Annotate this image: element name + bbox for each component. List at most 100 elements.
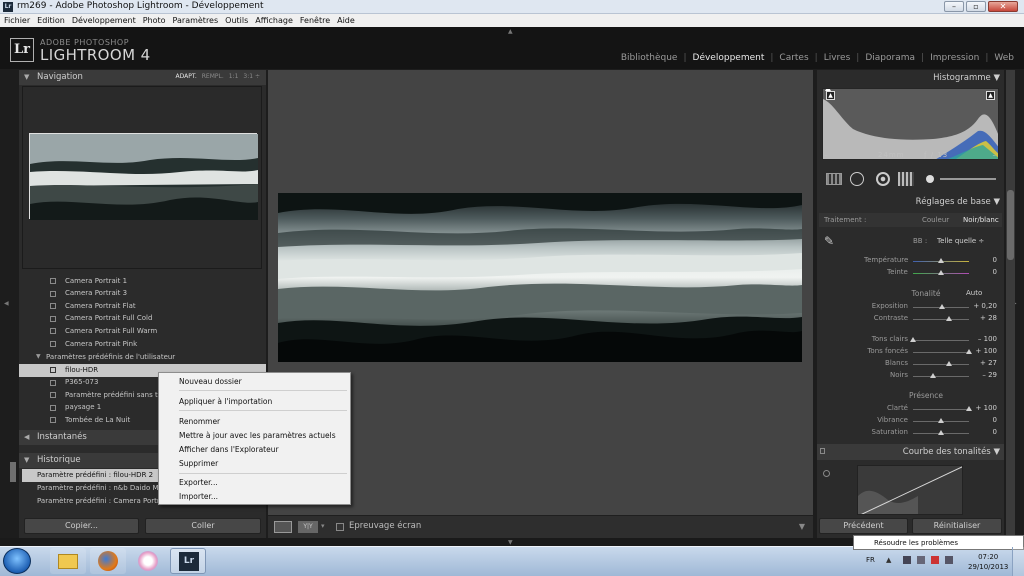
navigator-thumbnail[interactable]: [29, 133, 258, 220]
taskbar-paint[interactable]: [130, 548, 166, 574]
taskbar-lightroom[interactable]: Lr: [170, 548, 206, 574]
auto-tone-button[interactable]: Auto: [966, 289, 982, 297]
brush-size-slider[interactable]: [940, 178, 996, 180]
previous-button[interactable]: Précédent: [819, 518, 908, 534]
slider-value[interactable]: – 100: [969, 335, 997, 343]
menu-delete[interactable]: Supprimer: [179, 459, 218, 468]
slider-knob[interactable]: [938, 430, 944, 435]
right-panel-scrollbar[interactable]: [1007, 190, 1014, 260]
user-presets-folder[interactable]: ▼ Paramètres prédéfinis de l'utilisateur: [19, 351, 266, 363]
redeye-tool-icon[interactable]: [876, 172, 890, 186]
histogram-display[interactable]: ▲ ▲: [822, 88, 999, 160]
slider-knob[interactable]: [929, 373, 936, 378]
flag-icon[interactable]: [903, 556, 911, 564]
treatment-color-option[interactable]: Couleur: [922, 216, 949, 224]
menu-affichage[interactable]: Affichage: [255, 16, 293, 25]
slider-value[interactable]: 0: [969, 416, 997, 424]
taskbar-explorer[interactable]: [50, 548, 86, 574]
navigator-preview[interactable]: [22, 86, 262, 269]
tray-clock[interactable]: 07:20 29/10/2013: [968, 552, 1008, 572]
slider-track[interactable]: [913, 352, 969, 353]
menu-parametres[interactable]: Paramètres: [173, 16, 219, 25]
slider-track[interactable]: [913, 319, 969, 320]
tone-curve-toggle-icon[interactable]: [820, 448, 825, 454]
preset-item[interactable]: Camera Portrait 1: [19, 275, 266, 288]
slider-value[interactable]: – 29: [969, 371, 997, 379]
toolbar-menu-icon[interactable]: ▼: [799, 522, 805, 531]
basic-panel-header[interactable]: Réglages de base ▼: [880, 197, 1000, 207]
slider-knob[interactable]: [938, 418, 944, 423]
slider-track[interactable]: [913, 409, 969, 410]
menu-new-folder[interactable]: Nouveau dossier: [179, 377, 242, 386]
temperature-value[interactable]: 0: [969, 256, 997, 264]
tray-expand-icon[interactable]: ▲: [886, 556, 891, 564]
module-diaporama[interactable]: Diaporama: [865, 53, 915, 63]
menu-fenetre[interactable]: Fenêtre: [300, 16, 330, 25]
wb-select[interactable]: Telle quelle ÷: [937, 237, 984, 245]
close-button[interactable]: ✕: [988, 1, 1018, 12]
slider-value[interactable]: + 27: [969, 359, 997, 367]
module-livres[interactable]: Livres: [824, 53, 851, 63]
zoom-3-1[interactable]: 3:1 ÷: [243, 73, 260, 80]
menu-fichier[interactable]: Fichier: [4, 16, 30, 25]
menu-aide[interactable]: Aide: [337, 16, 355, 25]
preset-item[interactable]: Camera Portrait Full Cold: [19, 313, 266, 326]
right-scroll-track[interactable]: [1006, 70, 1015, 538]
zoom-fit[interactable]: ADAPT.: [176, 73, 197, 80]
slider-knob[interactable]: [945, 361, 952, 366]
histogram-header[interactable]: Histogramme ▼: [900, 73, 1000, 83]
menu-update-with-current-settings[interactable]: Mettre à jour avec les paramètres actuel…: [179, 431, 336, 440]
module-web[interactable]: Web: [994, 53, 1014, 63]
copy-button[interactable]: Copier...: [24, 518, 139, 534]
white-balance-picker-icon[interactable]: ✎: [824, 234, 842, 252]
menu-show-in-explorer[interactable]: Afficher dans l'Explorateur: [179, 445, 279, 454]
slider-track[interactable]: [913, 364, 969, 365]
tint-value[interactable]: 0: [969, 268, 997, 276]
left-panel-scrollbar[interactable]: [10, 462, 16, 482]
menu-developpement[interactable]: Développement: [72, 16, 136, 25]
zoom-fill[interactable]: REMPL.: [202, 73, 224, 80]
slider-knob[interactable]: [945, 316, 952, 321]
loupe-view-icon[interactable]: [274, 521, 292, 533]
tint-knob[interactable]: [938, 270, 944, 275]
navigator-header[interactable]: ▼ Navigation ADAPT. REMPL. 1:1 3:1 ÷: [19, 70, 266, 85]
menu-edition[interactable]: Edition: [37, 16, 65, 25]
minimize-button[interactable]: –: [944, 1, 964, 12]
slider-value[interactable]: + 100: [969, 404, 997, 412]
start-button[interactable]: [3, 548, 31, 574]
preset-item[interactable]: Camera Portrait Pink: [19, 338, 266, 351]
spot-removal-icon[interactable]: [850, 172, 864, 186]
collapse-top-icon[interactable]: ▲: [508, 28, 513, 35]
menu-apply-on-import[interactable]: Appliquer à l'importation: [179, 397, 272, 406]
slider-track[interactable]: [913, 340, 969, 341]
graduated-filter-icon[interactable]: [898, 172, 914, 186]
collapse-left-icon[interactable]: ◀: [4, 300, 9, 307]
preset-item[interactable]: Camera Portrait Full Warm: [19, 325, 266, 338]
slider-knob[interactable]: [910, 337, 916, 342]
taskbar-firefox[interactable]: [90, 548, 126, 574]
network-icon[interactable]: [931, 556, 939, 564]
highlight-clipping-icon[interactable]: ▲: [986, 91, 995, 100]
tray-language[interactable]: FR: [866, 556, 875, 564]
before-after-view-button[interactable]: Y|Y: [298, 521, 318, 533]
softproof-checkbox[interactable]: [336, 523, 344, 531]
slider-value[interactable]: 0: [969, 428, 997, 436]
reset-button[interactable]: Réinitialiser: [912, 518, 1002, 534]
targeted-adjustment-icon[interactable]: [823, 470, 830, 477]
treatment-bw-option[interactable]: Noir/blanc: [963, 216, 999, 224]
menu-import[interactable]: Importer...: [179, 492, 218, 501]
maximize-button[interactable]: ▫: [966, 1, 986, 12]
zoom-1-1[interactable]: 1:1: [229, 73, 239, 80]
view-dropdown-icon[interactable]: ▾: [321, 522, 325, 530]
menu-export[interactable]: Exporter...: [179, 478, 218, 487]
slider-value[interactable]: + 28: [969, 314, 997, 322]
temperature-knob[interactable]: [938, 258, 944, 263]
menu-photo[interactable]: Photo: [143, 16, 166, 25]
slider-value[interactable]: + 100: [969, 347, 997, 355]
shadow-clipping-icon[interactable]: ▲: [826, 91, 835, 100]
slider-track[interactable]: [913, 376, 969, 377]
collapse-bottom-icon[interactable]: ▼: [508, 539, 513, 546]
paste-button[interactable]: Coller: [145, 518, 261, 534]
module-cartes[interactable]: Cartes: [779, 53, 808, 63]
module-developpement[interactable]: Développement: [693, 53, 765, 63]
